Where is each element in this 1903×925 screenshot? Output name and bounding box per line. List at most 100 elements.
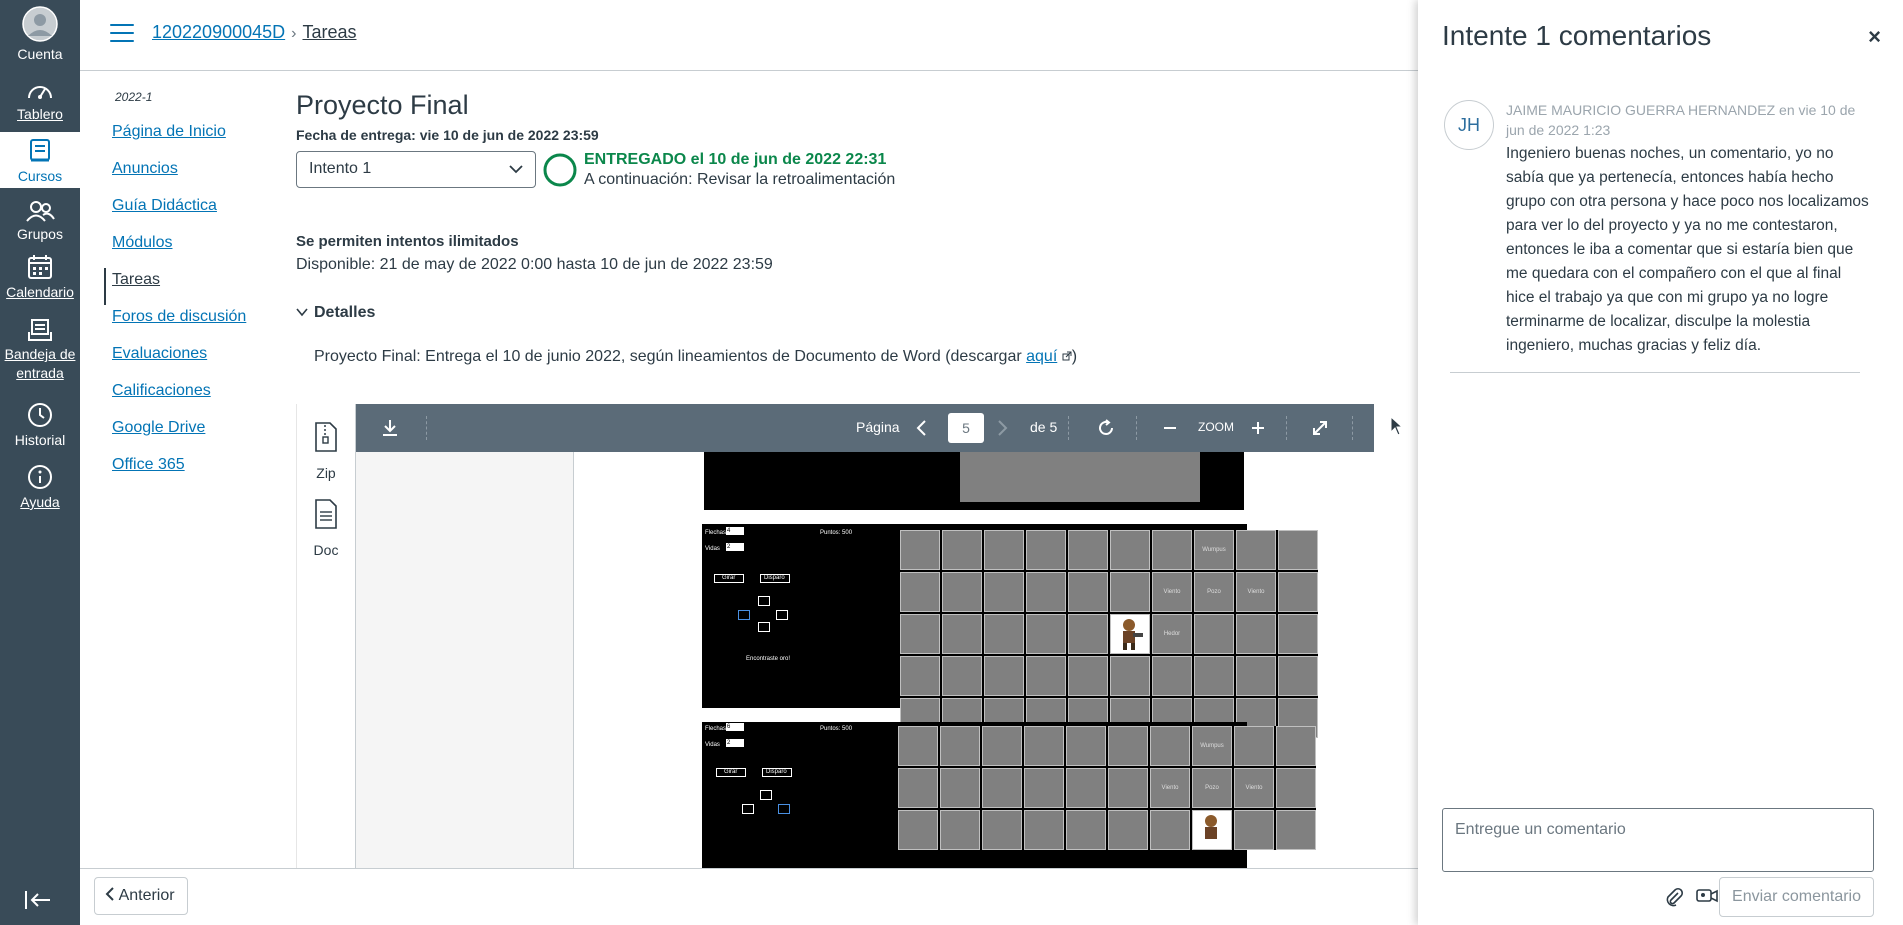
comment-divider: [1450, 372, 1860, 373]
due-date: Fecha de entrega: vie 10 de jun de 2022 …: [296, 127, 1416, 143]
game2-flechas-label: Flechas: [705, 726, 727, 732]
game2-grid: Wumpus Viento Pozo Viento: [898, 726, 1316, 850]
tray-title: Intente 1 comentarios: [1442, 20, 1712, 51]
calendar-icon: [28, 255, 52, 279]
zip-file-icon: [315, 422, 337, 452]
chevron-right-icon: ›: [291, 25, 297, 42]
file-doc-label: Doc: [313, 542, 339, 558]
page-number-input[interactable]: 5: [948, 413, 984, 443]
avatar: JH: [1444, 100, 1494, 150]
course-nav-guide[interactable]: Guía Didáctica: [104, 194, 274, 231]
zoom-out-icon[interactable]: [1162, 418, 1178, 438]
chevron-left-icon[interactable]: [914, 418, 928, 438]
game1-flechas-label: Flechas: [705, 530, 727, 536]
game1-found: Encontraste oro!: [746, 656, 791, 662]
hamburger-menu-icon[interactable]: [110, 24, 134, 44]
progress-circle-icon: [543, 153, 577, 187]
game2-vidas-value: 2: [726, 739, 744, 747]
game1-girar: Girar: [722, 575, 736, 581]
status-submitted: ENTREGADO el 10 de jun de 2022 22:31: [584, 151, 887, 168]
chevron-right-icon[interactable]: [996, 418, 1010, 438]
nav-inbox-label-2: entrada: [16, 365, 64, 381]
term-label: 2022-1: [115, 90, 153, 104]
zoom-in-icon[interactable]: [1250, 418, 1266, 438]
thumbnails-panel: [356, 452, 574, 868]
course-nav-announcements[interactable]: Anuncios: [104, 157, 274, 194]
game1-vidas-label: Vidas: [705, 546, 720, 552]
fullscreen-icon[interactable]: [1310, 418, 1330, 438]
breadcrumb-course[interactable]: 120220900045D: [152, 22, 285, 42]
external-link-icon: [1062, 351, 1072, 361]
avatar-icon: [22, 6, 58, 42]
course-nav-assignments[interactable]: Tareas: [104, 268, 274, 305]
game-screenshot-2: Flechas 6 Vidas 2 Puntos: 500 Girar Disp…: [702, 722, 1316, 868]
game2-vidas-label: Vidas: [705, 742, 720, 748]
nav-dashboard-label: Tablero: [17, 106, 63, 122]
groups-icon: [26, 201, 55, 222]
previous-label: Anterior: [118, 887, 175, 904]
nav-inbox[interactable]: Bandeja de entrada: [0, 318, 80, 383]
course-nav-grades[interactable]: Calificaciones: [104, 379, 274, 416]
nav-account-label: Cuenta: [17, 46, 63, 62]
document-pages[interactable]: Flechas 4 Vidas 2 Puntos: 500 Girar Disp…: [356, 452, 1374, 868]
send-comment-button[interactable]: Enviar comentario: [1719, 877, 1874, 917]
viewer-toolbar: Página 5 de 5 ZOOM: [356, 404, 1374, 452]
course-nav: 2022-1 Página de Inicio Anuncios Guía Di…: [104, 90, 274, 490]
nav-inbox-label-1: Bandeja de: [4, 346, 76, 362]
nav-groups[interactable]: Grupos: [0, 200, 80, 244]
previous-button[interactable]: Anterior: [94, 877, 188, 915]
course-nav-home[interactable]: Página de Inicio: [104, 120, 274, 157]
collapse-nav-icon[interactable]: [24, 890, 52, 910]
clock-icon: [28, 403, 52, 427]
nav-courses[interactable]: Cursos: [0, 132, 80, 188]
player-sprite: [1110, 614, 1150, 654]
nav-dashboard[interactable]: Tablero: [0, 80, 80, 124]
course-nav-discussions[interactable]: Foros de discusión: [104, 305, 274, 342]
breadcrumb-current[interactable]: Tareas: [302, 22, 356, 42]
course-nav-google-drive[interactable]: Google Drive: [104, 416, 274, 453]
game2-disparo: Disparo: [766, 769, 787, 775]
course-nav-modules[interactable]: Módulos: [104, 231, 274, 268]
nav-help[interactable]: Ayuda: [0, 464, 80, 512]
file-list: Zip Doc: [296, 404, 356, 868]
game2-flechas-value: 6: [726, 723, 744, 731]
game1-vidas-value: 2: [726, 543, 744, 551]
page-header: 120220900045D › Tareas: [80, 0, 1418, 71]
media-comment-icon[interactable]: [1696, 887, 1718, 907]
close-icon[interactable]: ×: [1868, 24, 1881, 50]
file-zip[interactable]: Zip: [297, 422, 355, 481]
page-count: de 5: [1030, 419, 1058, 435]
zoom-label: ZOOM: [1198, 420, 1234, 434]
nav-account[interactable]: Cuenta: [0, 6, 80, 64]
file-doc[interactable]: Doc: [297, 499, 355, 558]
course-nav-office365[interactable]: Office 365: [104, 453, 274, 490]
download-icon[interactable]: [380, 418, 400, 438]
attempt-select[interactable]: Intento 1: [296, 151, 536, 188]
paperclip-icon[interactable]: [1664, 887, 1684, 907]
bottom-bar: Anterior: [80, 868, 1418, 925]
availability: Disponible: 21 de may de 2022 0:00 hasta…: [296, 256, 773, 273]
nav-history-label: Historial: [14, 432, 66, 448]
game1-disparo: Disparo: [764, 575, 785, 581]
details-toggle[interactable]: Detalles: [296, 304, 1416, 322]
nav-calendar[interactable]: Calendario: [0, 254, 80, 302]
assignment-description: Proyecto Final: Entrega el 10 de junio 2…: [314, 348, 1416, 366]
details-label: Detalles: [314, 304, 376, 321]
chevron-left-icon: [105, 887, 114, 901]
game1-flechas-value: 4: [726, 527, 744, 535]
download-link[interactable]: aquí: [1026, 348, 1057, 365]
help-icon: [28, 465, 52, 489]
page-canvas: Flechas 4 Vidas 2 Puntos: 500 Girar Disp…: [574, 452, 1374, 868]
chevron-down-icon: [296, 308, 308, 317]
page-image-top: [704, 452, 1244, 510]
mouse-cursor-icon: [1390, 416, 1404, 436]
chevron-down-icon: [509, 165, 523, 174]
game1-grid: Wumpus Viento Pozo Viento Hedor: [900, 530, 1318, 738]
comment-text: Ingeniero buenas noches, un comentario, …: [1506, 145, 1869, 354]
nav-help-label: Ayuda: [20, 494, 60, 510]
rotate-icon[interactable]: [1096, 418, 1116, 438]
course-nav-quizzes[interactable]: Evaluaciones: [104, 342, 274, 379]
comment-input[interactable]: Entregue un comentario: [1442, 808, 1874, 872]
book-icon: [30, 139, 50, 162]
nav-history[interactable]: Historial: [0, 402, 80, 450]
